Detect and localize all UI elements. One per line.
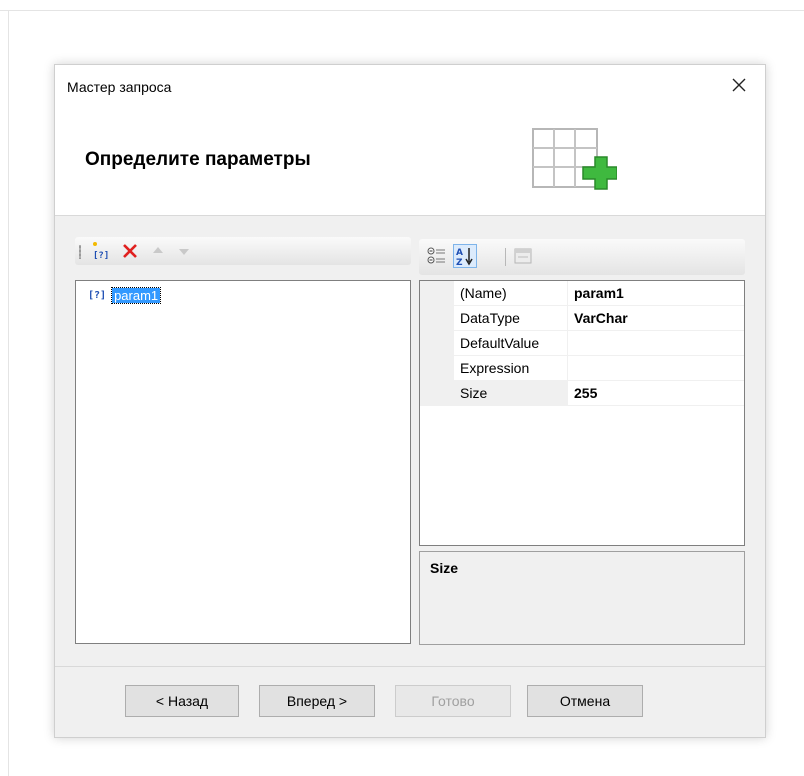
sort-alphabetical-icon[interactable]: A Z [453,244,477,268]
property-row[interactable]: Expression [420,356,744,381]
property-gutter [420,356,454,381]
svg-text:[?]: [?] [93,251,109,261]
toolbar-separator [505,248,506,266]
finish-button[interactable]: Готово [395,685,511,717]
move-down-icon[interactable] [173,240,195,262]
close-icon[interactable] [727,73,751,97]
property-row[interactable]: DataType VarChar [420,306,744,331]
cancel-button[interactable]: Отмена [527,685,643,717]
property-name: DataType [454,306,568,331]
property-value[interactable]: param1 [568,281,744,306]
list-item-label[interactable]: param1 [111,286,162,304]
parameters-toolbar: [?] [75,237,411,265]
svg-text:Z: Z [456,258,463,267]
parameter-icon: [?] [88,289,107,301]
toolbar-grip [79,245,81,259]
property-row-selected[interactable]: Size 255 [420,381,744,406]
property-gutter [420,281,454,306]
property-description-title: Size [430,560,459,576]
next-button[interactable]: Вперед > [259,685,375,717]
property-name: Size [454,381,568,406]
dialog-title: Мастер запроса [67,79,172,95]
property-name: DefaultValue [454,331,568,356]
footer-divider [55,666,765,667]
property-gutter [420,331,454,356]
frame-top-edge [0,10,804,11]
property-value[interactable]: 255 [568,381,744,406]
property-value[interactable]: VarChar [568,306,744,331]
property-value[interactable] [568,356,744,381]
property-gutter [420,381,454,406]
add-parameter-icon[interactable]: [?] [89,240,111,262]
page-heading: Определите параметры [85,149,311,170]
svg-text:A: A [456,248,463,258]
property-value[interactable] [568,331,744,356]
list-item[interactable]: [?] param1 [88,286,162,304]
move-up-icon[interactable] [147,240,169,262]
property-name: Expression [454,356,568,381]
wizard-header: Мастер запроса Определите параметры [55,65,765,216]
property-pages-icon[interactable] [511,244,535,268]
parameters-list[interactable]: [?] param1 [75,280,411,644]
property-row[interactable]: DefaultValue [420,331,744,356]
categorized-icon[interactable] [425,244,449,268]
property-row[interactable]: (Name) param1 [420,281,744,306]
property-gutter [420,306,454,331]
frame-left-edge [8,10,9,776]
property-description-panel: Size [419,551,745,645]
delete-icon[interactable] [119,240,141,262]
back-button[interactable]: < Назад [125,685,239,717]
query-wizard-dialog: Мастер запроса Определите параметры [?] [54,64,766,738]
property-grid[interactable]: (Name) param1 DataType VarChar DefaultVa… [419,280,745,546]
property-name: (Name) [454,281,568,306]
properties-toolbar: A Z [419,239,745,275]
table-add-icon [531,127,618,204]
